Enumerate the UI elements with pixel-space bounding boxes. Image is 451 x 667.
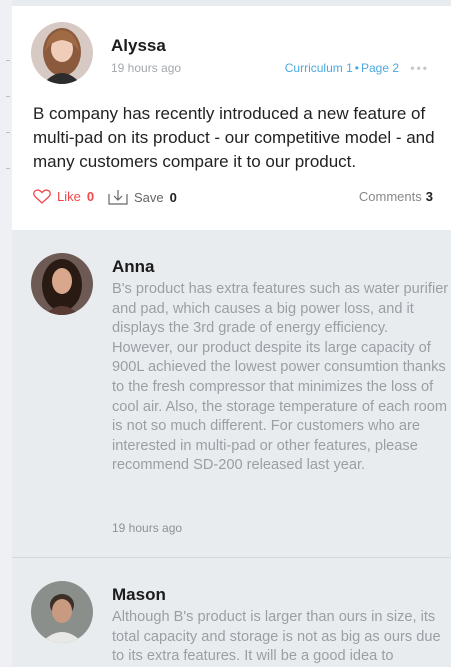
post-author-avatar[interactable] <box>31 22 93 84</box>
post-author-name[interactable]: Alyssa <box>111 36 166 56</box>
comment-body: B's product has extra features such as w… <box>112 281 449 474</box>
like-count: 0 <box>86 189 95 204</box>
comment-body: Although B's product is larger than ours… <box>112 609 441 665</box>
curriculum-link[interactable]: Curriculum 1 • Page 2 ••• <box>285 61 429 75</box>
save-count: 0 <box>169 189 177 205</box>
comments-count: 3 <box>425 189 433 204</box>
post-card: Alyssa 19 hours ago Curriculum 1 • Page 2 … <box>12 6 451 230</box>
curriculum-label: Curriculum <box>284 61 343 75</box>
comment-author-name[interactable]: Mason <box>112 585 166 605</box>
save-tray-icon <box>108 190 128 205</box>
comment-author-name[interactable]: Anna <box>112 257 155 277</box>
heart-icon <box>33 189 51 204</box>
post-body: B company has recently introduced a new … <box>33 104 435 171</box>
post-timestamp: 19 hours ago <box>111 61 182 75</box>
more-dots-icon[interactable]: ••• <box>410 61 429 75</box>
comment-divider <box>12 557 451 558</box>
like-button[interactable]: Like 0 <box>33 189 94 204</box>
comment-item: Anna B's product has extra features such… <box>12 253 451 553</box>
save-label: Save <box>134 189 164 205</box>
comment-item: Mason Although B's product is larger tha… <box>12 581 451 667</box>
comment-author-avatar[interactable] <box>31 253 93 315</box>
page-number: 2 <box>392 61 400 75</box>
comment-timestamp: 19 hours ago <box>112 521 183 535</box>
curriculum-number: 1 <box>346 61 353 75</box>
page-label: Page <box>360 61 390 75</box>
like-label: Like <box>57 189 81 204</box>
save-button[interactable]: Save 0 <box>108 189 177 205</box>
left-edge-strip <box>0 0 12 667</box>
comments-count-link[interactable]: Comments 3 <box>359 189 433 204</box>
comments-label: Comments <box>358 189 422 204</box>
comment-author-avatar[interactable] <box>31 581 93 643</box>
